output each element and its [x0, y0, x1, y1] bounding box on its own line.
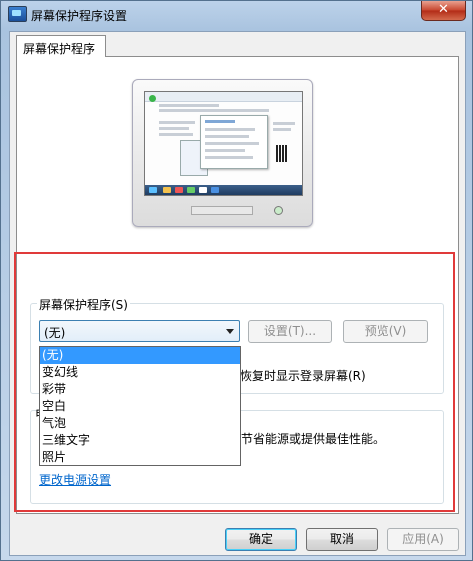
dropdown-option[interactable]: 空白 — [40, 398, 240, 415]
preview-taskbar-icon — [187, 187, 195, 193]
power-description: 节省能源或提供最佳性能。 — [241, 432, 386, 446]
preview-nav-bar — [159, 104, 219, 107]
chevron-down-icon — [226, 329, 234, 334]
monitor-stand-slot — [191, 206, 253, 215]
preview-button[interactable]: 预览(V) — [343, 320, 428, 343]
preview-start-icon — [149, 187, 157, 193]
dropdown-option[interactable]: 三维文字 — [40, 432, 240, 449]
apply-button[interactable]: 应用(A) — [387, 528, 459, 551]
close-button[interactable]: ✕ — [421, 1, 466, 21]
preview-chat-line — [205, 156, 253, 159]
preview-taskbar — [145, 185, 302, 195]
preview-chat-line — [205, 135, 249, 138]
preview-chat-line — [205, 120, 235, 123]
preview-taskbar-icon — [163, 187, 171, 193]
preview-taskbar-icon — [211, 187, 219, 193]
ok-button[interactable]: 确定 — [225, 528, 297, 551]
dropdown-option[interactable]: 气泡 — [40, 415, 240, 432]
tab-screensaver[interactable]: 屏幕保护程序 — [16, 35, 106, 57]
preview-chat-line — [205, 128, 255, 131]
preview-content-line — [159, 121, 195, 124]
preview-chat-line — [205, 142, 259, 145]
screensaver-group-label: 屏幕保护程序(S) — [37, 296, 130, 313]
preview-chat-window — [200, 115, 268, 169]
change-power-settings-link[interactable]: 更改电源设置 — [39, 471, 111, 488]
monitor-preview — [132, 79, 313, 227]
preview-sidebar-line — [273, 128, 291, 131]
preview-taskbar-icon — [175, 187, 183, 193]
display-icon — [8, 6, 27, 22]
power-led-icon — [274, 206, 283, 215]
preview-logo-icon — [149, 95, 156, 102]
preview-browser-toolbar — [145, 92, 302, 102]
settings-button[interactable]: 设置(T)... — [248, 320, 332, 343]
preview-nav-bar — [159, 109, 269, 112]
preview-sidebar-line — [273, 122, 295, 125]
cancel-button[interactable]: 取消 — [306, 528, 378, 551]
monitor-screen — [144, 91, 303, 196]
dropdown-option[interactable]: 变幻线 — [40, 364, 240, 381]
resume-logon-checkbox-label[interactable]: 恢复时显示登录屏幕(R) — [240, 367, 366, 384]
dropdown-option[interactable]: 彩带 — [40, 381, 240, 398]
dropdown-option[interactable]: 照片 — [40, 449, 240, 466]
dropdown-option[interactable]: (无) — [40, 347, 240, 364]
screensaver-select[interactable]: (无) — [39, 320, 240, 342]
preview-content-line — [159, 133, 193, 136]
preview-taskbar-icon — [199, 187, 207, 193]
title-bar[interactable]: 屏幕保护程序设置 ✕ — [1, 1, 472, 28]
window-title: 屏幕保护程序设置 — [31, 9, 128, 23]
screensaver-dropdown-list[interactable]: (无) 变幻线 彩带 空白 气泡 三维文字 照片 — [39, 346, 241, 466]
preview-qr-code — [276, 145, 288, 162]
preview-content-line — [159, 127, 189, 130]
preview-chat-line — [205, 149, 245, 152]
screensaver-selected-value: (无) — [44, 326, 66, 340]
